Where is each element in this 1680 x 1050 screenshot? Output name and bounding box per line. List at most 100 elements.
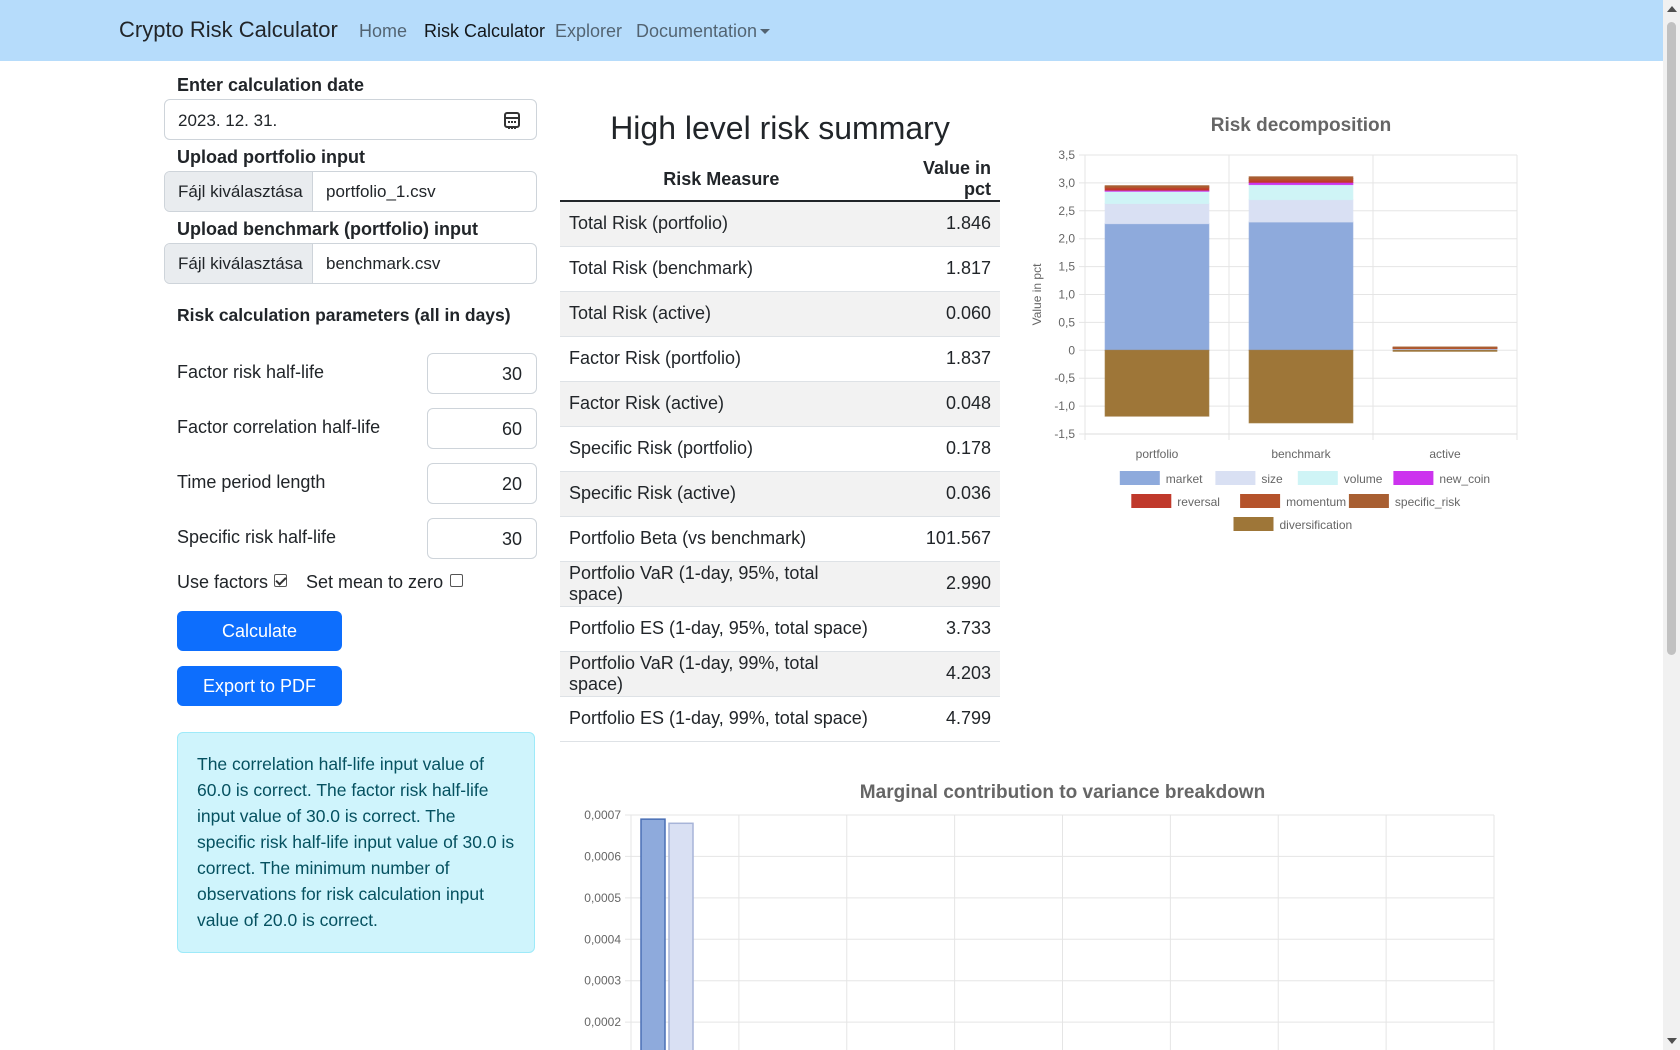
use-factors-label: Use factors <box>177 572 269 592</box>
table-row: Portfolio ES (1-day, 99%, total space) 4.… <box>560 696 1000 742</box>
legend-swatch-volume <box>1297 471 1338 485</box>
table-row: Portfolio Beta (vs benchmark) 101.567 <box>560 516 1000 562</box>
benchmark-file-name: benchmark.csv <box>326 254 441 273</box>
calculate-button[interactable]: Calculate <box>177 611 342 651</box>
factor-correlation-half-life-input[interactable]: 60 <box>427 408 537 449</box>
header-risk-measure: Risk Measure <box>560 158 883 202</box>
factor-risk-half-life-input[interactable]: 30 <box>427 353 537 394</box>
table-row: Factor Risk (portfolio) 1.837 <box>560 336 1000 382</box>
y-tick-label: -1,5 <box>1054 427 1075 441</box>
bar-segment-diversification <box>1392 349 1498 352</box>
factor-risk-half-life-label: Factor risk half-life <box>177 362 325 382</box>
risk-measure-cell: Total Risk (benchmark) <box>560 246 883 292</box>
header-value-pct: Value in pct <box>882 158 1000 202</box>
nav-risk-calculator[interactable]: Risk Calculator <box>424 21 545 42</box>
chart-title: Risk decomposition <box>1211 115 1392 136</box>
risk-value-cell: 3.733 <box>882 606 1000 652</box>
scroll-up-icon[interactable] <box>1667 6 1677 12</box>
export-pdf-button[interactable]: Export to PDF <box>177 666 342 706</box>
use-factors-checkbox[interactable] <box>274 574 287 587</box>
y-tick-label: 0,0006 <box>584 849 621 863</box>
y-tick-label: 0,0003 <box>584 974 621 988</box>
risk-value-cell: 0.178 <box>882 426 1000 472</box>
navbar: Crypto Risk Calculator Home Risk Calcula… <box>0 0 1663 61</box>
risk-value-cell: 1.837 <box>882 336 1000 382</box>
risk-value-cell: 0.036 <box>882 471 1000 517</box>
risk-value-cell: 0.060 <box>882 291 1000 337</box>
risk-measure-cell: Total Risk (active) <box>560 291 883 337</box>
bar-segment-market <box>1248 221 1354 351</box>
mean-zero-label: Set mean to zero <box>306 572 444 592</box>
brand-link[interactable]: Crypto Risk Calculator <box>119 17 338 43</box>
x-tick-label: portfolio <box>1136 447 1179 461</box>
risk-measure-cell: Portfolio ES (1-day, 95%, total space) <box>560 606 883 652</box>
risk-measure-cell: Portfolio Beta (vs benchmark) <box>560 516 883 562</box>
page-scrollbar[interactable] <box>1663 0 1680 1050</box>
portfolio-file-button[interactable]: Fájl kiválasztása <box>165 172 313 211</box>
bar-segment-diversification <box>1248 349 1354 424</box>
bar-segment-size <box>1104 203 1210 225</box>
y-tick-label: 3,0 <box>1058 176 1075 190</box>
bar-segment-specific_risk <box>1104 185 1210 188</box>
risk-measure-cell: Portfolio VaR (1-day, 95%, total space) <box>560 561 883 607</box>
calendar-icon[interactable] <box>504 112 520 129</box>
benchmark-file-button[interactable]: Fájl kiválasztása <box>165 244 313 283</box>
date-input[interactable]: 2023. 12. 31. <box>164 99 537 140</box>
chevron-down-icon <box>760 29 771 34</box>
mean-zero-checkbox[interactable] <box>450 574 463 587</box>
bar-segment-specific_risk <box>1248 176 1354 179</box>
legend-swatch-momentum <box>1240 494 1281 508</box>
specific-risk-half-life-input[interactable]: 30 <box>427 518 537 559</box>
y-tick-label: 2,5 <box>1058 204 1075 218</box>
table-row: Total Risk (portfolio) 1.846 <box>560 201 1000 247</box>
benchmark-file-input[interactable]: Fájl kiválasztása benchmark.csv <box>164 243 537 284</box>
nav-documentation-dropdown[interactable]: Documentation <box>636 21 771 42</box>
y-tick-label: 0,0004 <box>584 932 621 946</box>
table-row: Total Risk (active) 0.060 <box>560 291 1000 337</box>
bar-segment-size <box>1248 199 1354 223</box>
validation-alert: The correlation half-life input value of… <box>177 732 535 953</box>
risk-value-cell: 2.990 <box>882 561 1000 607</box>
table-row: Specific Risk (portfolio) 0.178 <box>560 426 1000 472</box>
x-tick-label: benchmark <box>1271 447 1331 461</box>
bar-segment-specific_risk <box>1392 346 1498 349</box>
bar-segment-diversification <box>1104 349 1210 417</box>
bar-segment-volume <box>1248 184 1354 201</box>
legend-swatch-reversal <box>1131 494 1172 508</box>
risk-value-cell: 1.846 <box>882 201 1000 247</box>
risk-value-cell: 1.817 <box>882 246 1000 292</box>
scroll-down-icon[interactable] <box>1667 1038 1677 1044</box>
nav-home[interactable]: Home <box>359 21 407 42</box>
scrollbar-thumb[interactable] <box>1667 22 1676 655</box>
y-tick-label: 3,5 <box>1058 148 1075 162</box>
portfolio-file-input[interactable]: Fájl kiválasztása portfolio_1.csv <box>164 171 537 212</box>
bar <box>640 818 666 1050</box>
risk-value-cell: 101.567 <box>882 516 1000 562</box>
risk-measure-cell: Portfolio VaR (1-day, 99%, total space) <box>560 651 883 697</box>
nav-explorer-label: Explorer <box>555 21 623 41</box>
legend-label-specific_risk: specific_risk <box>1395 495 1461 509</box>
portfolio-upload-label: Upload portfolio input <box>177 147 365 167</box>
risk-summary-table: Risk Measure Value in pct Total Risk (po… <box>560 158 1000 742</box>
risk-measure-cell: Specific Risk (active) <box>560 471 883 517</box>
risk-measure-cell: Total Risk (portfolio) <box>560 201 883 247</box>
legend-label-diversification: diversification <box>1280 518 1353 532</box>
risk-decomposition-chart: Risk decomposition Value in pct 3,5 3,0 2,5 2… <box>1030 115 1518 532</box>
summary-title: High level risk summary <box>610 110 950 146</box>
bar-segment-market <box>1104 223 1210 351</box>
risk-value-cell: 0.048 <box>882 381 1000 427</box>
legend-swatch-diversification <box>1233 517 1274 531</box>
time-period-length-label: Time period length <box>177 472 326 492</box>
table-row: Portfolio VaR (1-day, 95%, total space) 2… <box>560 561 1000 607</box>
y-tick-label: 0,0005 <box>584 891 621 905</box>
legend-label-market: market <box>1166 472 1203 486</box>
y-tick-label: 0,0007 <box>584 808 621 822</box>
risk-value-cell: 4.203 <box>882 651 1000 697</box>
risk-measure-cell: Factor Risk (portfolio) <box>560 336 883 382</box>
y-tick-label: 2,0 <box>1058 232 1075 246</box>
table-row: Specific Risk (active) 0.036 <box>560 471 1000 517</box>
nav-explorer[interactable]: Explorer <box>555 21 622 42</box>
y-tick-label: 0,0002 <box>584 1015 621 1029</box>
time-period-length-input[interactable]: 20 <box>427 463 537 504</box>
table-row: Portfolio ES (1-day, 95%, total space) 3.… <box>560 606 1000 652</box>
